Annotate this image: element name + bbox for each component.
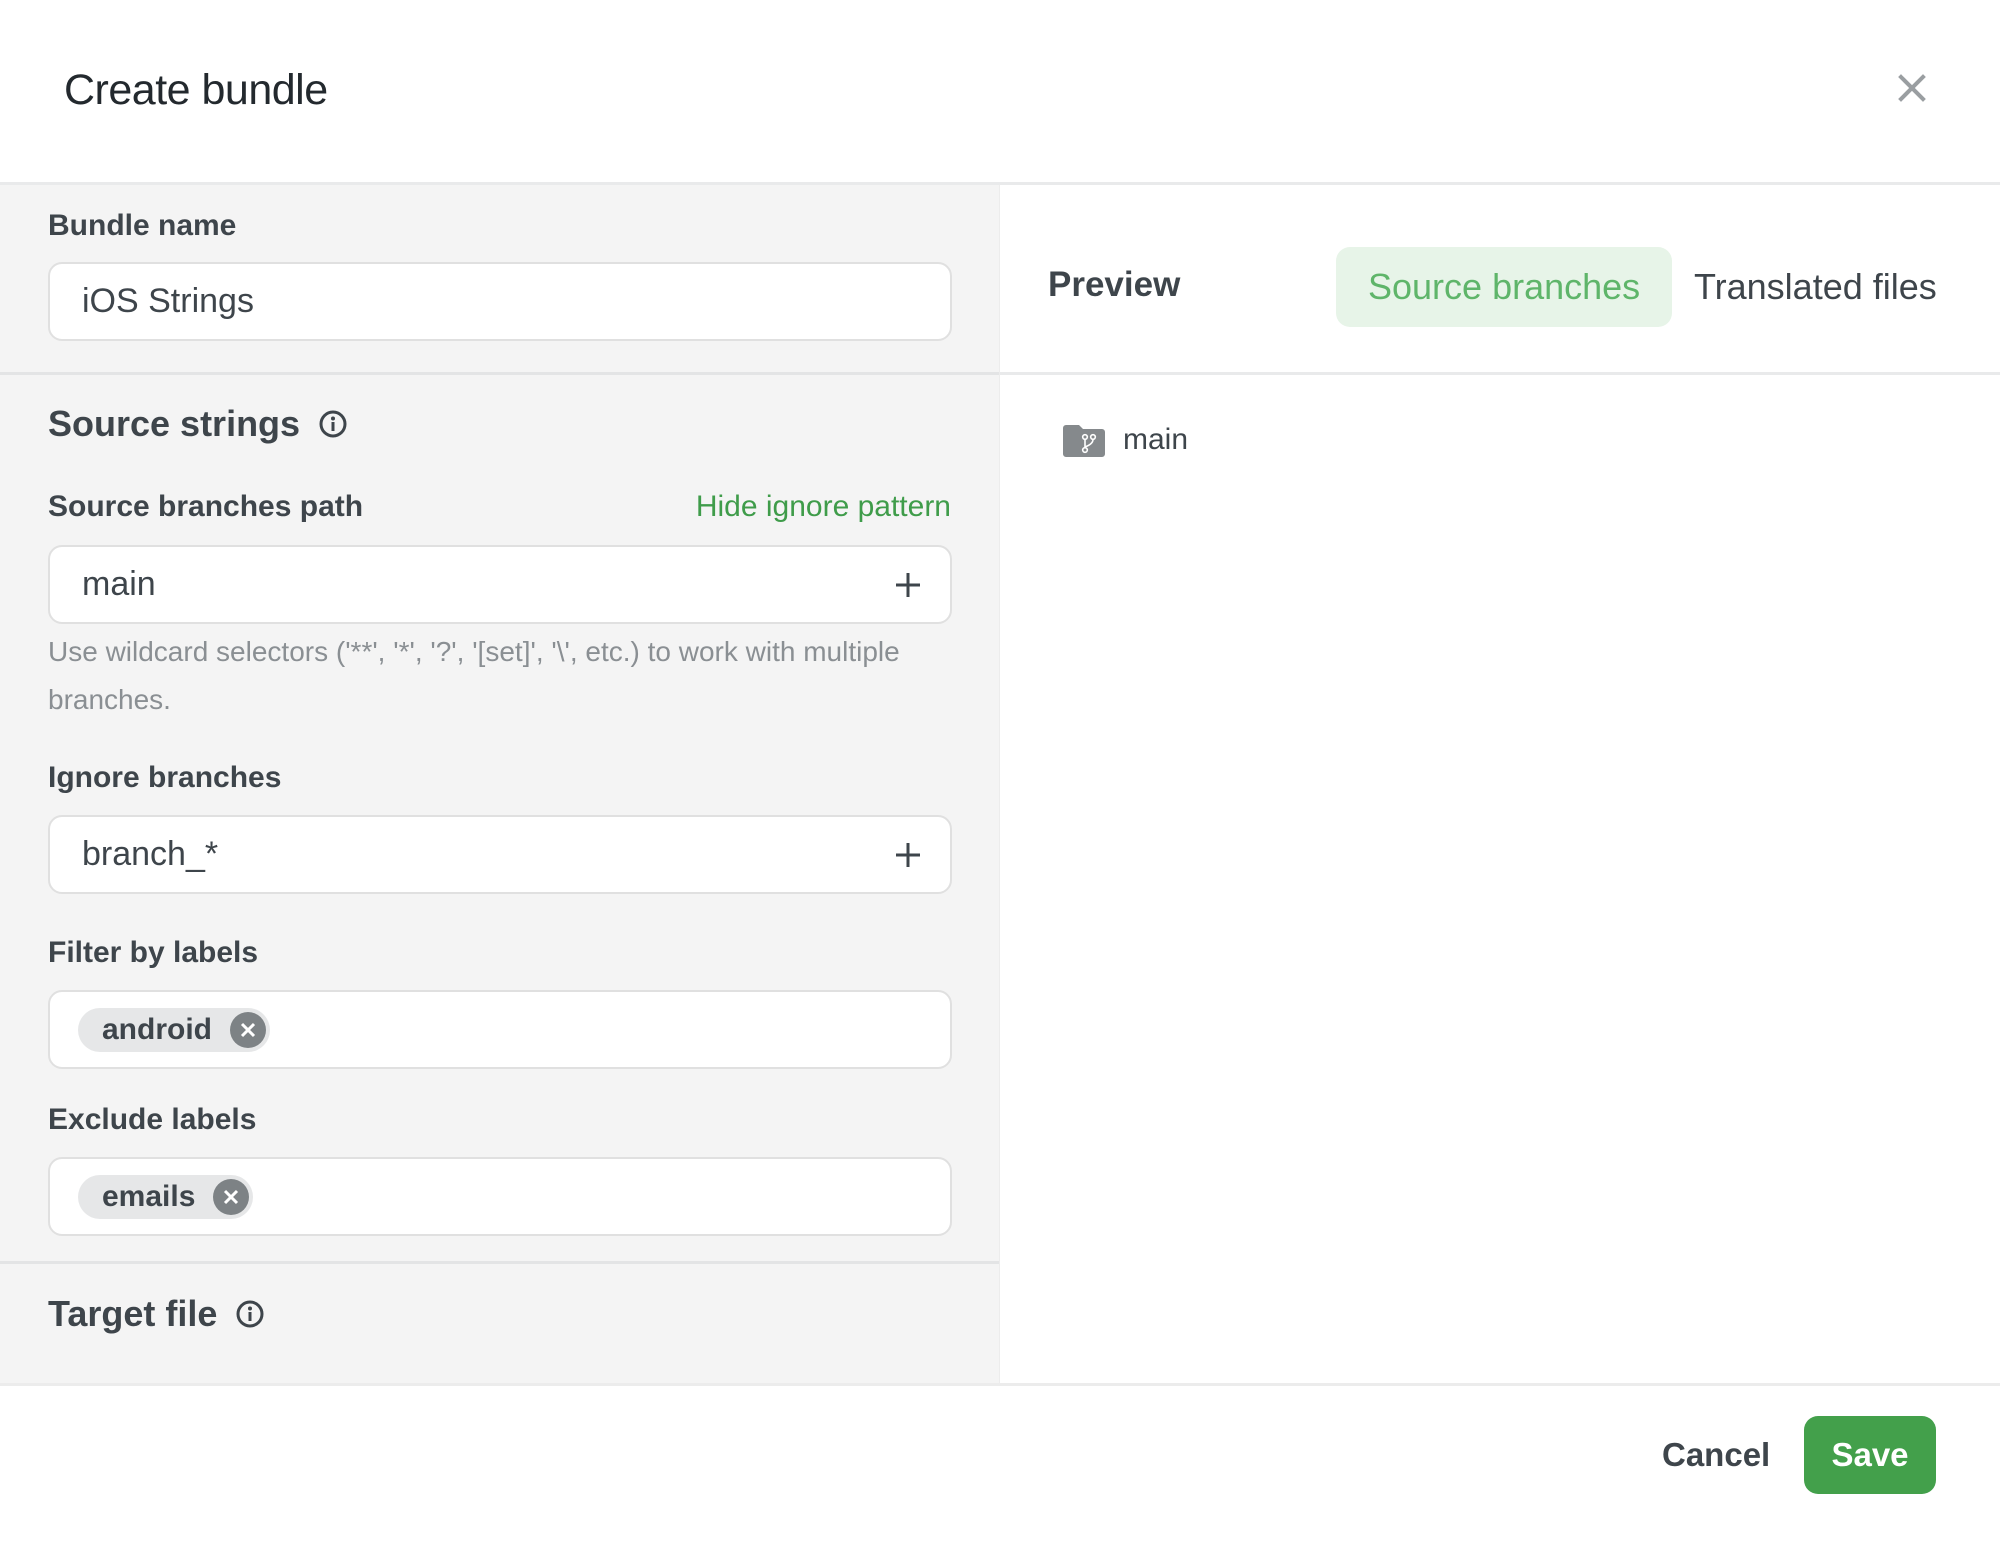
hide-ignore-pattern-link[interactable]: Hide ignore pattern xyxy=(696,490,951,524)
label-chip: emails xyxy=(78,1174,254,1219)
preview-panel: Preview Source branches Translated files… xyxy=(1000,185,2000,1383)
cancel-button[interactable]: Cancel xyxy=(1640,1416,1792,1494)
bundle-name-input[interactable]: iOS Strings xyxy=(48,262,952,341)
branch-name: main xyxy=(1123,423,1189,456)
dialog-header: Create bundle xyxy=(0,0,2000,185)
info-icon[interactable] xyxy=(235,1299,265,1329)
source-branches-path-input[interactable]: main xyxy=(48,545,952,624)
label-chip-text: android xyxy=(102,1012,212,1046)
add-branch-path-icon[interactable] xyxy=(888,565,928,605)
close-button[interactable] xyxy=(1888,64,1936,112)
preview-tabs-bar: Preview Source branches Translated files xyxy=(1000,185,2000,375)
source-strings-title: Source strings xyxy=(48,403,348,445)
close-icon xyxy=(1898,74,1926,102)
ignore-branches-label: Ignore branches xyxy=(48,761,282,794)
info-icon[interactable] xyxy=(318,409,348,439)
add-ignore-branch-icon[interactable] xyxy=(888,835,928,875)
ignore-branches-input[interactable]: branch_* xyxy=(48,815,952,894)
tab-source-branches[interactable]: Source branches xyxy=(1336,247,1673,327)
target-file-title-text: Target file xyxy=(48,1293,218,1334)
dialog-title: Create bundle xyxy=(64,66,328,114)
close-icon xyxy=(224,1189,239,1204)
label-chip: android xyxy=(78,1007,270,1052)
ignore-branches-value: branch_* xyxy=(82,835,219,873)
source-branches-path-value: main xyxy=(82,565,156,603)
branch-list-item: main xyxy=(1063,423,1188,457)
section-divider xyxy=(0,372,999,375)
source-branches-path-label: Source branches path xyxy=(48,490,364,523)
exclude-labels-label: Exclude labels xyxy=(48,1103,257,1136)
bundle-name-label: Bundle name xyxy=(48,209,237,242)
remove-chip-button[interactable] xyxy=(213,1178,250,1215)
bundle-form-panel: Bundle name iOS Strings Source strings S… xyxy=(0,185,1000,1383)
bundle-name-value: iOS Strings xyxy=(82,282,254,320)
save-button[interactable]: Save xyxy=(1804,1416,1936,1494)
branch-folder-icon xyxy=(1063,425,1105,457)
wildcard-helper-text: Use wildcard selectors ('**', '*', '?', … xyxy=(48,636,900,715)
source-strings-title-text: Source strings xyxy=(48,403,301,444)
remove-chip-button[interactable] xyxy=(230,1011,266,1048)
section-divider xyxy=(0,1261,999,1264)
filter-by-labels-input[interactable]: android xyxy=(48,990,952,1069)
footer-divider xyxy=(0,1383,2000,1386)
tab-translated-files[interactable]: Translated files xyxy=(1662,247,1969,327)
exclude-labels-input[interactable]: emails xyxy=(48,1157,952,1236)
label-chip-text: emails xyxy=(102,1179,196,1213)
filter-by-labels-label: Filter by labels xyxy=(48,936,259,969)
target-file-title: Target file xyxy=(48,1293,265,1335)
preview-label: Preview xyxy=(1048,265,1181,304)
close-icon xyxy=(240,1022,256,1037)
